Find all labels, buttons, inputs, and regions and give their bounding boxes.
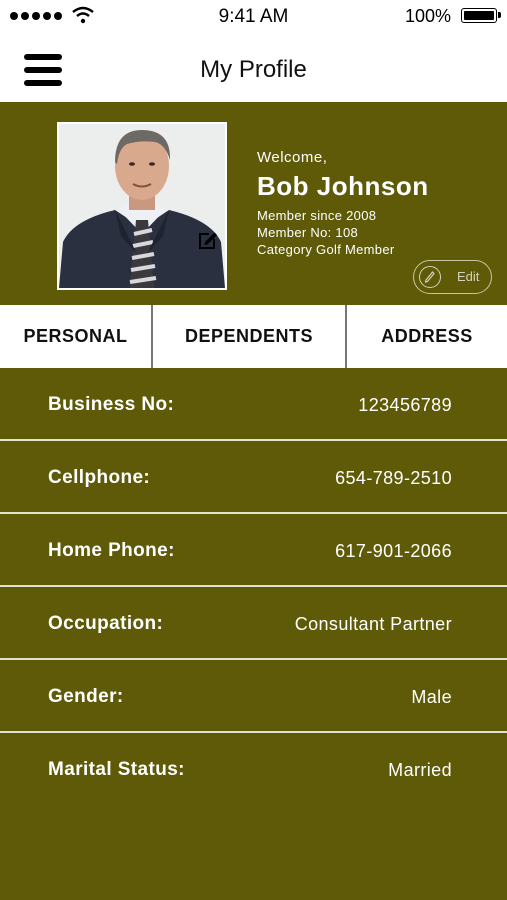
row-label: Cellphone: — [48, 467, 151, 488]
row-label: Gender: — [48, 686, 124, 707]
tab-dependents[interactable]: DEPENDENTS — [151, 305, 345, 368]
detail-row-gender: Gender: Male — [0, 660, 507, 733]
welcome-text: Welcome, — [257, 149, 328, 166]
detail-row-business-no: Business No: 123456789 — [0, 368, 507, 441]
member-number: Member No: 108 — [257, 225, 359, 240]
row-value: Male — [411, 687, 452, 707]
profile-photo — [57, 122, 227, 290]
member-category: Category Golf Member — [257, 242, 395, 257]
tab-address[interactable]: ADDRESS — [345, 305, 507, 368]
battery-icon — [461, 8, 501, 23]
row-label: Business No: — [48, 394, 175, 415]
row-value: Married — [388, 760, 452, 780]
page-title: My Profile — [200, 56, 307, 83]
status-bar: 9:41 AM 100% — [0, 0, 507, 34]
nav-bar: My Profile — [0, 34, 507, 102]
personal-details-list: Business No: 123456789 Cellphone: 654-78… — [0, 368, 507, 806]
avatar — [59, 124, 225, 288]
row-value: 123456789 — [358, 395, 452, 415]
row-value: Consultant Partner — [294, 614, 452, 634]
row-label: Marital Status: — [48, 759, 185, 780]
detail-row-occupation: Occupation: Consultant Partner — [0, 587, 507, 660]
edit-profile-button[interactable]: Edit — [413, 260, 492, 294]
edit-photo-icon[interactable] — [196, 228, 220, 252]
detail-row-marital-status: Marital Status: Married — [0, 733, 507, 806]
tab-personal[interactable]: PERSONAL — [0, 305, 151, 368]
edit-label: Edit — [457, 269, 480, 284]
pencil-icon — [419, 266, 441, 288]
row-value: 617-901-2066 — [335, 541, 452, 561]
detail-row-cellphone: Cellphone: 654-789-2510 — [0, 441, 507, 514]
row-value: 654-789-2510 — [335, 468, 452, 488]
member-since: Member since 2008 — [257, 208, 377, 223]
detail-row-home-phone: Home Phone: 617-901-2066 — [0, 514, 507, 587]
profile-tabs: PERSONAL DEPENDENTS ADDRESS — [0, 305, 507, 368]
member-name: Bob Johnson — [257, 171, 429, 201]
row-label: Home Phone: — [48, 540, 175, 561]
profile-header: Welcome, Bob Johnson Member since 2008 M… — [0, 102, 507, 306]
battery-percentage: 100% — [404, 6, 451, 26]
row-label: Occupation: — [48, 613, 164, 634]
